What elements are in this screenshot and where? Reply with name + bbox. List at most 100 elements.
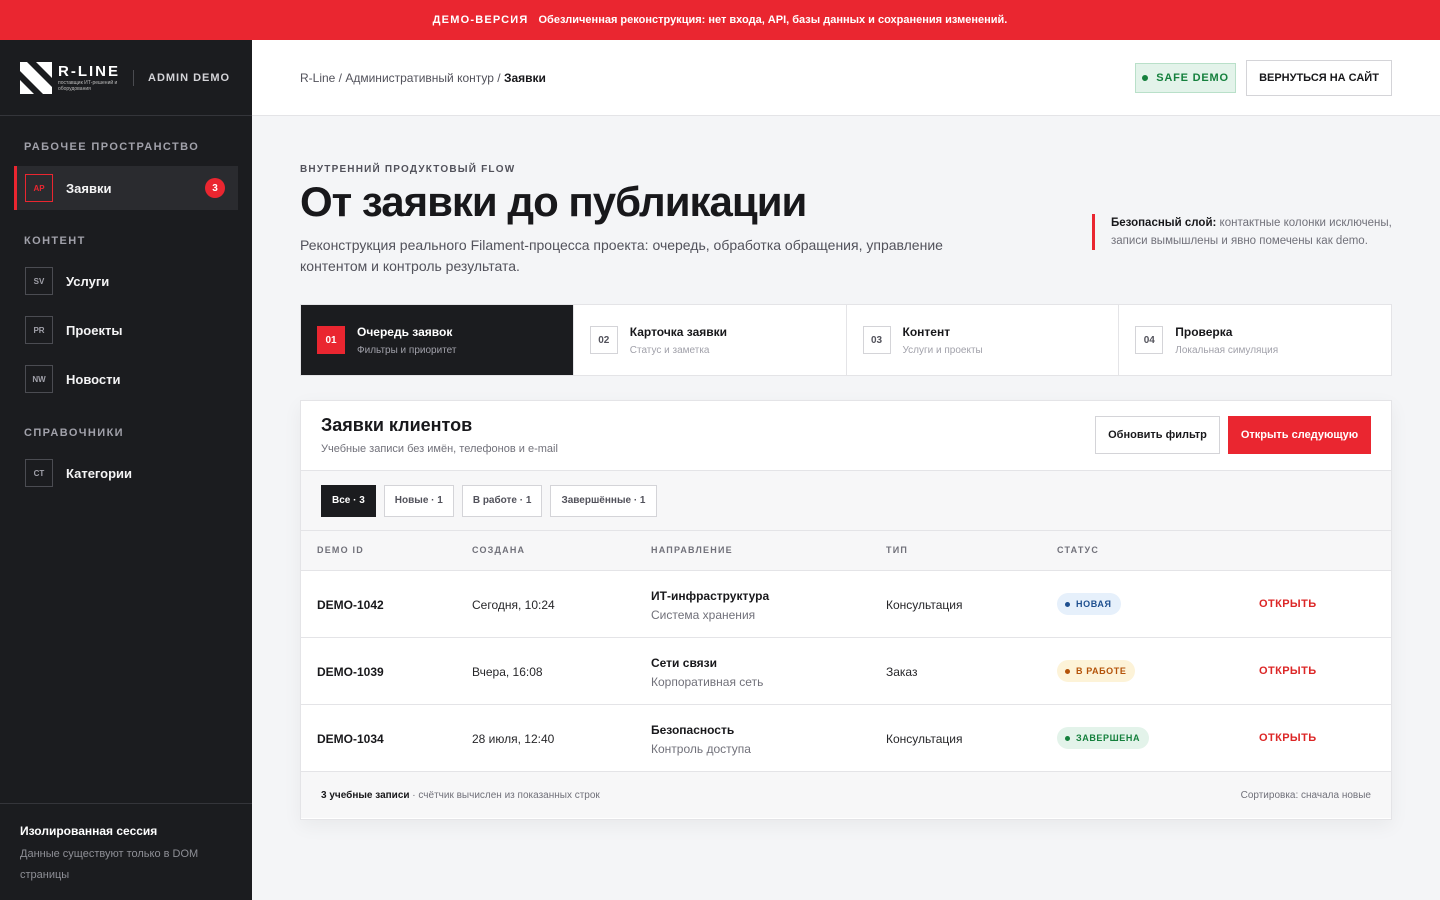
step-subtitle: Статус и заметка xyxy=(629,344,710,356)
status-badge: НОВАЯ xyxy=(1057,593,1121,615)
safe-demo-badge: SAFE DEMO xyxy=(1135,63,1236,93)
step-card[interactable]: 02 Карточка заявки Статус и заметка xyxy=(574,305,847,375)
created-date: Вчера, 16:08 xyxy=(472,665,543,679)
card-footer: 3 учебные записи · счётчик вычислен из п… xyxy=(301,772,1391,818)
footer-count-note: · счётчик вычислен из показанных строк xyxy=(409,790,600,801)
column-header[interactable]: ТИП xyxy=(886,545,908,555)
footer-sort[interactable]: Сортировка: сначала новые xyxy=(1241,790,1371,801)
status-dot-icon xyxy=(1065,735,1070,741)
step-number: 02 xyxy=(589,326,618,354)
sidebar-item-label: Категории xyxy=(66,465,133,481)
page-title: От заявки до публикации xyxy=(300,178,807,225)
open-link[interactable]: ОТКРЫТЬ xyxy=(1259,598,1317,610)
nav-section-references: СПРАВОЧНИКИ xyxy=(24,427,124,439)
direction-main: ИТ-инфраструктура xyxy=(651,589,770,603)
demo-banner-tag: ДЕМО-ВЕРСИЯ xyxy=(432,14,529,26)
sidebar-item-label: Заявки xyxy=(66,180,112,196)
applications-card: Заявки клиентов Учебные записи без имён,… xyxy=(300,400,1392,820)
session-desc: Данные существуют только в DOM страницы xyxy=(20,848,199,881)
open-link[interactable]: ОТКРЫТЬ xyxy=(1259,732,1317,744)
demo-id: DEMO-1034 xyxy=(317,732,384,746)
step-title: Проверка xyxy=(1175,324,1233,339)
step-number: 03 xyxy=(862,326,891,354)
step-number: 01 xyxy=(317,326,345,354)
card-subtitle: Учебные записи без имён, телефонов и e-m… xyxy=(321,443,558,455)
direction: Безопасность Контроль доступа xyxy=(651,723,751,756)
page-description: Реконструкция реального Filament-процесс… xyxy=(300,237,943,274)
topbar: R-Line / Административный контур / Заявк… xyxy=(252,40,1440,116)
direction-sub: Корпоративная сеть xyxy=(651,675,764,689)
applications-count-badge: 3 xyxy=(205,178,225,198)
step-title: Карточка заявки xyxy=(629,324,728,339)
sidebar-item-applications[interactable]: AP Заявки 3 xyxy=(14,166,238,210)
brand-admin-label: ADMIN DEMO xyxy=(148,71,231,84)
card-title: Заявки клиентов xyxy=(321,415,473,435)
table-row[interactable]: DEMO-1034 28 июля, 12:40 Безопасность Ко… xyxy=(301,705,1391,772)
step-subtitle: Фильтры и приоритет xyxy=(357,344,457,356)
r-line-logo-icon[interactable] xyxy=(20,61,52,94)
safe-demo-label: SAFE DEMO xyxy=(1156,72,1229,84)
status-dot-icon xyxy=(1065,601,1070,607)
filter-chip-all[interactable]: Все · 3 xyxy=(321,484,376,517)
sidebar-item-categories[interactable]: CT Категории xyxy=(14,451,238,495)
direction: Сети связи Корпоративная сеть xyxy=(651,656,763,689)
projects-code-icon: PR xyxy=(25,316,53,344)
open-link[interactable]: ОТКРЫТЬ xyxy=(1259,665,1317,677)
session-title: Изолированная сессия xyxy=(20,824,158,838)
open-next-button[interactable]: Открыть следующую xyxy=(1228,416,1371,454)
breadcrumb: R-Line / Административный контур / Заявк… xyxy=(300,71,546,85)
footer-count: 3 учебные записи · счётчик вычислен из п… xyxy=(321,790,600,801)
direction: ИТ-инфраструктура Система хранения xyxy=(651,589,769,622)
step-content[interactable]: 03 Контент Услуги и проекты xyxy=(847,305,1120,375)
filter-chip-in-progress[interactable]: В работе · 1 xyxy=(461,484,543,517)
status-badge: В РАБОТЕ xyxy=(1057,660,1136,682)
refresh-filter-button[interactable]: Обновить фильтр xyxy=(1095,416,1220,454)
step-queue[interactable]: 01 Очередь заявок Фильтры и приоритет xyxy=(301,305,574,375)
request-type: Консультация xyxy=(886,732,963,746)
hero-eyebrow: ВНУТРЕННИЙ ПРОДУКТОВЫЙ FLOW xyxy=(300,164,516,175)
applications-code-icon: AP xyxy=(25,174,53,202)
news-code-icon: NW xyxy=(25,365,53,393)
demo-id: DEMO-1042 xyxy=(317,598,384,612)
filter-chip-new[interactable]: Новые · 1 xyxy=(383,484,454,517)
brand-name: R-LINE xyxy=(58,62,120,80)
session-info: Изолированная сессия Данные существуют т… xyxy=(0,803,252,900)
safe-note-bold: Безопасный слой: xyxy=(1111,217,1217,229)
sidebar-item-news[interactable]: NW Новости xyxy=(14,357,238,401)
sidebar-item-services[interactable]: SV Услуги xyxy=(14,259,238,303)
column-header[interactable]: НАПРАВЛЕНИЕ xyxy=(651,545,733,555)
column-header[interactable]: DEMO ID xyxy=(317,545,364,555)
table-row[interactable]: DEMO-1039 Вчера, 16:08 Сети связи Корпор… xyxy=(301,638,1391,705)
categories-code-icon: CT xyxy=(25,459,53,487)
breadcrumb-path[interactable]: R-Line / Административный контур / xyxy=(300,71,504,85)
column-header[interactable]: СТАТУС xyxy=(1057,545,1099,555)
services-code-icon: SV xyxy=(25,267,53,295)
brand: R-LINE поставщик ИТ-решений и оборудован… xyxy=(0,40,252,116)
brand-tagline: поставщик ИТ-решений и оборудования xyxy=(58,79,118,92)
step-check[interactable]: 04 Проверка Локальная симуляция xyxy=(1119,305,1391,375)
filter-bar: Все · 3 Новые · 1 В работе · 1 Завершённ… xyxy=(301,471,1391,531)
filter-chip-completed[interactable]: Завершённые · 1 xyxy=(550,484,657,517)
column-header[interactable]: СОЗДАНА xyxy=(472,545,525,555)
safe-layer-note: Безопасный слой: контактные колонки искл… xyxy=(1092,214,1392,250)
demo-banner-text: Обезличенная реконструкция: нет входа, A… xyxy=(538,14,1008,26)
table-header: DEMO ID СОЗДАНА НАПРАВЛЕНИЕ ТИП СТАТУС xyxy=(301,531,1391,571)
step-title: Контент xyxy=(902,324,951,339)
sidebar-item-label: Проекты xyxy=(66,322,123,338)
nav-section-workspace: РАБОЧЕЕ ПРОСТРАНСТВО xyxy=(24,141,200,153)
status-dot-icon xyxy=(1142,75,1149,81)
direction-sub: Система хранения xyxy=(651,608,756,622)
sidebar-item-projects[interactable]: PR Проекты xyxy=(14,308,238,352)
table-row[interactable]: DEMO-1042 Сегодня, 10:24 ИТ-инфраструкту… xyxy=(301,571,1391,638)
status-label: В РАБОТЕ xyxy=(1076,666,1127,676)
demo-id: DEMO-1039 xyxy=(317,665,384,679)
breadcrumb-current: Заявки xyxy=(503,71,546,85)
request-type: Консультация xyxy=(886,598,963,612)
back-to-site-button[interactable]: ВЕРНУТЬСЯ НА САЙТ xyxy=(1246,60,1392,96)
nav-section-content: КОНТЕНТ xyxy=(24,235,86,247)
footer-count-bold: 3 учебные записи xyxy=(321,790,410,801)
step-number: 04 xyxy=(1135,326,1164,354)
status-dot-icon xyxy=(1065,668,1070,674)
request-type: Заказ xyxy=(886,665,918,679)
sidebar-item-label: Услуги xyxy=(66,273,110,289)
